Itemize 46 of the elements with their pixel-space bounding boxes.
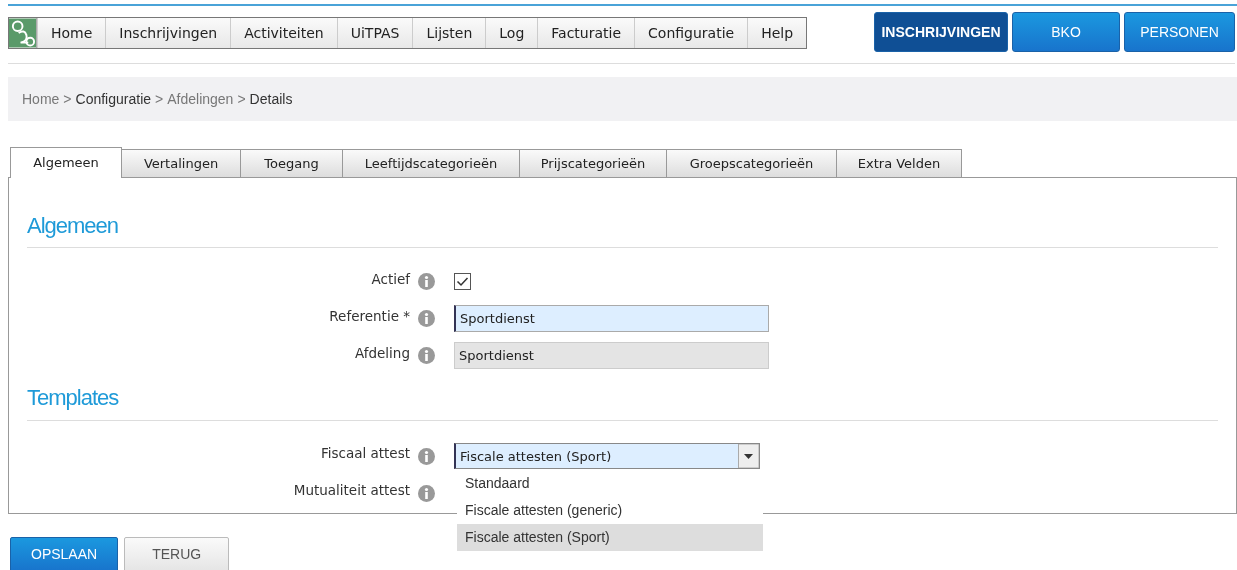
tab[interactable]: Vertalingen [121,149,241,177]
breadcrumb-separator: > [155,89,164,109]
dropdown-option[interactable]: Standaard [457,470,763,498]
tab[interactable]: Toegang [240,149,343,177]
field-label: Fiscaal attest [319,444,410,464]
breadcrumb-link[interactable]: Afdelingen [167,88,234,110]
info-icon [418,447,435,465]
breadcrumb-separator: > [63,89,72,109]
menu-item[interactable]: Home [37,18,106,48]
menu-item[interactable]: Activiteiten [230,18,337,48]
checkbox[interactable] [454,273,471,291]
tab[interactable]: Leeftijdscategorieën [342,149,520,177]
tab[interactable]: Prijscategorieën [519,149,667,177]
section-heading: Algemeen [27,178,1218,249]
breadcrumb-current: Details [249,89,293,109]
menu-item[interactable]: UiTPAS [336,18,413,48]
breadcrumb-separator: > [237,89,246,109]
field-label: Actief [370,269,410,289]
menu-item[interactable]: Lijsten [412,18,486,48]
field-label: Afdeling [354,343,410,363]
section-heading: Templates [27,385,1218,421]
field-label: Referentie * [328,306,410,326]
module-button[interactable]: BKO [1012,12,1120,52]
menu-item[interactable]: Help [747,18,807,48]
save-button[interactable]: OPSLAAN [10,537,119,570]
module-button[interactable]: INSCHRIJVINGEN [874,12,1008,52]
menu-item[interactable]: Facturatie [537,18,635,48]
menu-item[interactable]: Inschrijvingen [105,18,231,48]
text-field[interactable]: Sportdienst [454,305,769,333]
tab[interactable]: Extra Velden [836,149,962,177]
dropdown-option[interactable]: Fiscale attesten (generic) [457,497,763,525]
tab[interactable]: Algemeen [10,147,122,178]
info-icon [418,484,435,502]
info-icon [418,310,435,328]
field-label: Mutualiteit attest [292,481,410,501]
breadcrumb-link[interactable]: Home [22,88,60,110]
dropdown-option[interactable]: Fiscale attesten (Sport) [457,524,763,552]
tab[interactable]: Groepscategorieën [666,149,837,177]
menu-item[interactable]: Log [485,18,538,48]
dropdown-arrow-icon [738,444,759,469]
module-button[interactable]: PERSONEN [1124,12,1235,52]
info-icon [418,347,435,365]
back-button[interactable]: TERUG [124,537,230,570]
menu-item[interactable]: Configuratie [634,18,748,48]
breadcrumb-current: Configuratie [75,89,152,109]
info-icon [418,273,435,291]
